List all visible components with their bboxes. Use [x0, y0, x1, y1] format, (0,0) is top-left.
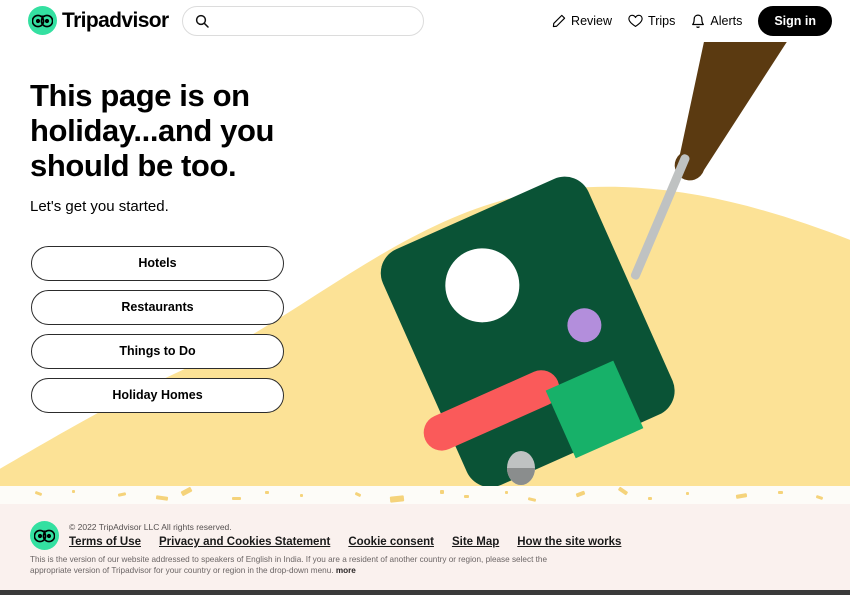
footer-link-privacy-cookies[interactable]: Privacy and Cookies Statement — [159, 536, 330, 548]
confetti-fleck — [232, 497, 241, 500]
confetti-fleck — [686, 492, 689, 495]
cta-hotels-button[interactable]: Hotels — [31, 246, 284, 281]
confetti-fleck — [265, 491, 269, 494]
confetti-fleck — [735, 493, 748, 499]
footer-link-cookie-consent[interactable]: Cookie consent — [348, 536, 434, 548]
hero-text-block: This page is on holiday...and you should… — [30, 78, 360, 215]
footer-owl-logo-icon[interactable] — [30, 521, 59, 550]
confetti-strip — [0, 486, 850, 504]
cta-button-list: Hotels Restaurants Things to Do Holiday … — [31, 246, 284, 422]
region-disclaimer: This is the version of our website addre… — [30, 555, 570, 576]
page-subtitle: Let's get you started. — [30, 198, 169, 215]
confetti-fleck — [34, 490, 43, 497]
site-header: Tripadvisor Review Trips Alerts Sign in — [0, 0, 850, 42]
owl-eyes-icon — [34, 529, 55, 542]
footer-link-site-map[interactable]: Site Map — [452, 536, 499, 548]
copyright-text: © 2022 TripAdvisor LLC All rights reserv… — [69, 522, 232, 532]
confetti-fleck — [72, 490, 75, 493]
pencil-icon — [552, 14, 566, 28]
search-bar[interactable] — [182, 6, 424, 36]
owl-eyes-icon — [32, 14, 53, 27]
footer-link-list: Terms of Use Privacy and Cookies Stateme… — [69, 536, 621, 548]
confetti-fleck — [815, 494, 824, 501]
brand-logo[interactable]: Tripadvisor — [28, 6, 169, 35]
owl-logo-icon — [28, 6, 57, 35]
region-disclaimer-text: This is the version of our website addre… — [30, 555, 548, 575]
footer-link-how-site-works[interactable]: How the site works — [517, 536, 621, 548]
confetti-fleck — [575, 490, 586, 498]
bell-icon — [692, 14, 705, 28]
confetti-fleck — [180, 486, 193, 497]
brand-name: Tripadvisor — [62, 8, 169, 32]
tripadvisor-error-page: Tripadvisor Review Trips Alerts Sign in … — [0, 0, 850, 595]
cta-restaurants-button[interactable]: Restaurants — [31, 290, 284, 325]
nav-alerts-label: Alerts — [710, 14, 743, 28]
confetti-fleck — [505, 491, 508, 494]
confetti-fleck — [117, 492, 127, 497]
search-input[interactable] — [217, 14, 407, 28]
sign-in-button[interactable]: Sign in — [758, 6, 832, 36]
confetti-fleck — [440, 490, 444, 494]
nav-review[interactable]: Review — [552, 14, 612, 28]
search-icon — [195, 14, 209, 28]
nav-trips[interactable]: Trips — [628, 14, 675, 28]
page-title: This page is on holiday...and you should… — [30, 78, 275, 183]
confetti-fleck — [300, 494, 303, 497]
footer-link-terms-of-use[interactable]: Terms of Use — [69, 536, 141, 548]
confetti-fleck — [389, 495, 405, 503]
confetti-fleck — [464, 495, 469, 498]
nav-trips-label: Trips — [648, 14, 676, 28]
confetti-fleck — [155, 495, 169, 501]
confetti-fleck — [617, 486, 629, 496]
cta-holiday-homes-button[interactable]: Holiday Homes — [31, 378, 284, 413]
region-disclaimer-more-link[interactable]: more — [336, 566, 356, 575]
footer-bottom-bar — [0, 590, 850, 595]
site-footer: © 2022 TripAdvisor LLC All rights reserv… — [0, 504, 850, 595]
confetti-fleck — [527, 497, 537, 502]
cta-things-to-do-button[interactable]: Things to Do — [31, 334, 284, 369]
confetti-fleck — [354, 491, 362, 498]
confetti-fleck — [648, 497, 652, 500]
confetti-fleck — [778, 491, 783, 494]
nav-review-label: Review — [571, 14, 613, 28]
header-nav: Review Trips Alerts Sign in — [552, 5, 832, 37]
arm-shape — [674, 42, 787, 181]
heart-icon — [628, 14, 643, 27]
nav-alerts[interactable]: Alerts — [691, 14, 742, 29]
